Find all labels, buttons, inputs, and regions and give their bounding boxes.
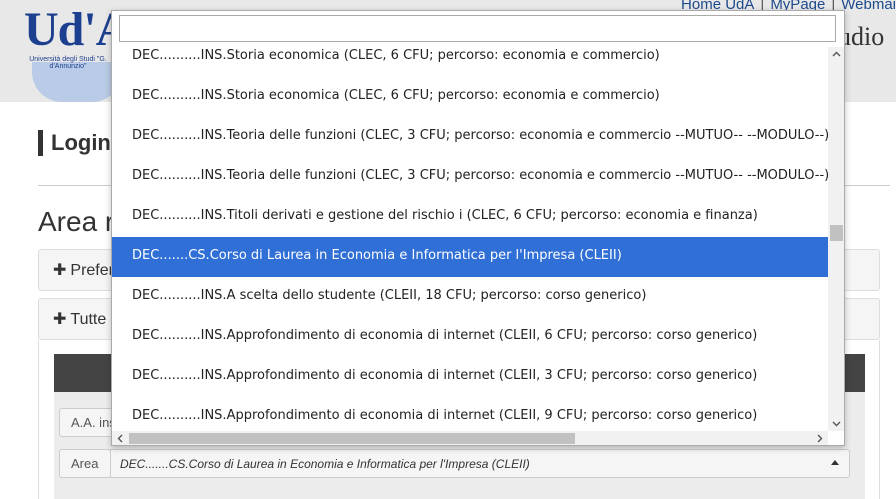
aa-label: A.A. ins xyxy=(59,408,119,437)
scroll-up-arrow-icon[interactable] xyxy=(832,50,841,59)
scroll-down-arrow-icon[interactable] xyxy=(832,419,841,428)
university-logo[interactable]: Ud'A Università degli Studi "G. d'Annunz… xyxy=(14,0,130,104)
horizontal-scroll-thumb[interactable] xyxy=(129,433,575,444)
dropdown-option[interactable]: DEC..........INS.Storia economica (CLEC,… xyxy=(112,47,828,77)
login-title: Login xyxy=(38,130,111,156)
dropdown-option-list: DEC..........INS.Storia economica (CLEC,… xyxy=(112,47,828,431)
scroll-left-arrow-icon[interactable] xyxy=(116,434,125,443)
dropdown-option[interactable]: DEC..........INS.Teoria delle funzioni (… xyxy=(112,117,828,157)
logo-subtext: Università degli Studi "G. d'Annunzio" xyxy=(29,56,107,70)
dropdown-option[interactable]: DEC..........INS.Titoli derivati e gesti… xyxy=(112,197,828,237)
scroll-right-arrow-icon[interactable] xyxy=(815,434,824,443)
dropdown-option[interactable]: DEC..........INS.Storia economica (CLEC,… xyxy=(112,77,828,117)
area-dropdown: DEC..........INS.Storia economica (CLEC,… xyxy=(111,10,845,446)
area-title: Area r xyxy=(38,206,115,237)
dropdown-option[interactable]: DEC..........INS.A scelta dello studente… xyxy=(112,277,828,317)
plus-icon: ✚ xyxy=(53,262,67,279)
plus-icon: ✚ xyxy=(53,311,67,328)
area-label: Area xyxy=(59,449,111,478)
dropdown-search-input[interactable] xyxy=(119,15,836,42)
panel-preferiti-label: Prefer xyxy=(70,262,114,279)
dropdown-option[interactable]: DEC..........INS.Approfondimento di econ… xyxy=(112,357,828,397)
dropdown-option-selected[interactable]: DEC.......CS.Corso di Laurea in Economia… xyxy=(112,237,828,277)
dropdown-option[interactable]: DEC..........INS.Approfondimento di econ… xyxy=(112,397,828,431)
horizontal-scrollbar[interactable] xyxy=(112,431,828,445)
caret-up-icon xyxy=(831,460,839,465)
area-select[interactable]: DEC.......CS.Corso di Laurea in Economia… xyxy=(110,449,850,478)
vertical-scrollbar[interactable] xyxy=(828,47,844,431)
link-webmail[interactable]: Webmai xyxy=(841,0,896,13)
vertical-scroll-thumb[interactable] xyxy=(830,225,843,241)
area-select-value: DEC.......CS.Corso di Laurea in Economia… xyxy=(120,457,530,471)
panel-tutte-label: Tutte xyxy=(70,311,107,328)
dropdown-option[interactable]: DEC..........INS.Approfondimento di econ… xyxy=(112,317,828,357)
dropdown-option[interactable]: DEC..........INS.Teoria delle funzioni (… xyxy=(112,157,828,197)
